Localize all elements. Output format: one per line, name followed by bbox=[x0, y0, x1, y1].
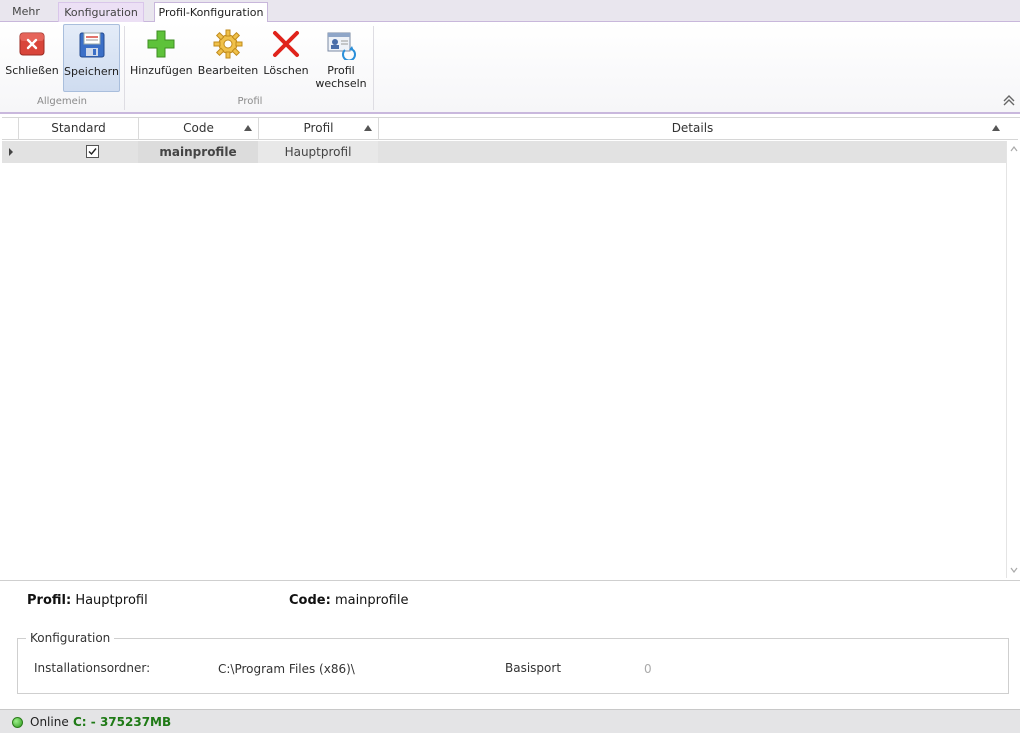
sort-ascending-icon bbox=[364, 125, 372, 131]
disk-space-text: C: - 375237MB bbox=[73, 715, 172, 729]
delete-button[interactable]: Löschen bbox=[262, 24, 310, 92]
cell-code[interactable]: mainprofile bbox=[138, 141, 258, 163]
add-icon bbox=[147, 30, 175, 58]
detail-code: Code: mainprofile bbox=[289, 593, 408, 608]
detail-code-value: mainprofile bbox=[334, 593, 409, 608]
scroll-up-icon[interactable] bbox=[1010, 145, 1018, 153]
sort-ascending-icon bbox=[244, 125, 252, 131]
online-status-text: Online bbox=[30, 715, 69, 729]
konfiguration-group-title: Konfiguration bbox=[26, 631, 115, 645]
detail-profil-label: Profil: bbox=[27, 593, 72, 608]
base-port-value: 0 bbox=[644, 662, 652, 676]
table-row[interactable]: mainprofile Hauptprofil bbox=[2, 141, 1006, 163]
column-header-standard[interactable]: Standard bbox=[18, 118, 138, 140]
save-button[interactable]: Speichern bbox=[63, 24, 120, 92]
switch-profile-icon bbox=[327, 32, 356, 60]
row-indicator-header bbox=[2, 118, 18, 140]
tab-profil-konfiguration[interactable]: Profil-Konfiguration bbox=[154, 2, 268, 23]
edit-button-label: Bearbeiten bbox=[197, 64, 259, 77]
profile-details-panel: Profil: Hauptprofil Code: mainprofile Ko… bbox=[0, 580, 1020, 708]
grid-header: Standard Code Profil Details bbox=[2, 118, 1018, 140]
column-header-code[interactable]: Code bbox=[138, 118, 258, 140]
column-header-details[interactable]: Details bbox=[378, 118, 1006, 140]
scroll-down-icon[interactable] bbox=[1010, 566, 1018, 574]
sort-ascending-icon bbox=[992, 125, 1000, 131]
delete-icon bbox=[273, 31, 299, 57]
vertical-scrollbar[interactable] bbox=[1006, 141, 1020, 578]
group-label-profil: Profil bbox=[237, 96, 263, 107]
profile-grid: Standard Code Profil Details mainprofile… bbox=[2, 117, 1020, 579]
detail-profil-value: Hauptprofil bbox=[75, 593, 148, 608]
switch-profile-button[interactable]: Profil wechseln bbox=[313, 24, 369, 92]
install-folder-value: C:\Program Files (x86)\ bbox=[218, 662, 355, 676]
save-icon bbox=[79, 32, 104, 58]
ribbon-tabstrip: Mehr Konfiguration Profil-Konfiguration bbox=[0, 0, 1020, 23]
switch-profile-label-line2: wechseln bbox=[315, 77, 367, 90]
group-separator bbox=[124, 26, 125, 110]
tab-mehr[interactable]: Mehr bbox=[0, 2, 52, 22]
online-status-icon bbox=[12, 717, 23, 728]
cell-details[interactable] bbox=[378, 141, 1006, 163]
detail-code-label: Code: bbox=[289, 593, 331, 608]
column-header-profil[interactable]: Profil bbox=[258, 118, 378, 140]
konfiguration-group: Konfiguration Installationsordner: C:\Pr… bbox=[17, 631, 1009, 694]
ribbon: Schließen Speichern Allgemein Hinzufügen bbox=[0, 22, 1020, 114]
column-header-details-label: Details bbox=[671, 121, 714, 135]
status-bar: Online C: - 375237MB bbox=[0, 709, 1020, 733]
checkmark-icon bbox=[88, 148, 97, 156]
gear-icon bbox=[213, 29, 243, 59]
cell-profil[interactable]: Hauptprofil bbox=[258, 141, 378, 163]
column-header-standard-label: Standard bbox=[51, 121, 106, 135]
delete-button-label: Löschen bbox=[263, 64, 309, 77]
detail-profil: Profil: Hauptprofil bbox=[27, 593, 148, 608]
add-button[interactable]: Hinzufügen bbox=[130, 24, 193, 92]
base-port-label: Basisport bbox=[505, 661, 562, 675]
column-header-code-label: Code bbox=[183, 121, 214, 135]
group-separator bbox=[373, 26, 374, 110]
close-button[interactable]: Schließen bbox=[4, 24, 60, 92]
collapse-ribbon-icon[interactable] bbox=[1002, 94, 1016, 106]
tab-konfiguration[interactable]: Konfiguration bbox=[58, 2, 144, 22]
edit-button[interactable]: Bearbeiten bbox=[197, 24, 259, 92]
current-row-indicator-icon bbox=[9, 148, 13, 156]
cell-standard[interactable] bbox=[18, 141, 138, 163]
save-button-label: Speichern bbox=[64, 65, 119, 78]
column-header-profil-label: Profil bbox=[303, 121, 334, 135]
standard-checkbox[interactable] bbox=[86, 145, 99, 158]
group-label-allgemein: Allgemein bbox=[37, 96, 87, 107]
close-button-label: Schließen bbox=[5, 64, 59, 77]
install-folder-label: Installationsordner: bbox=[34, 661, 151, 675]
add-button-label: Hinzufügen bbox=[130, 64, 193, 77]
close-icon bbox=[19, 32, 45, 56]
switch-profile-label-line1: Profil bbox=[327, 64, 355, 77]
